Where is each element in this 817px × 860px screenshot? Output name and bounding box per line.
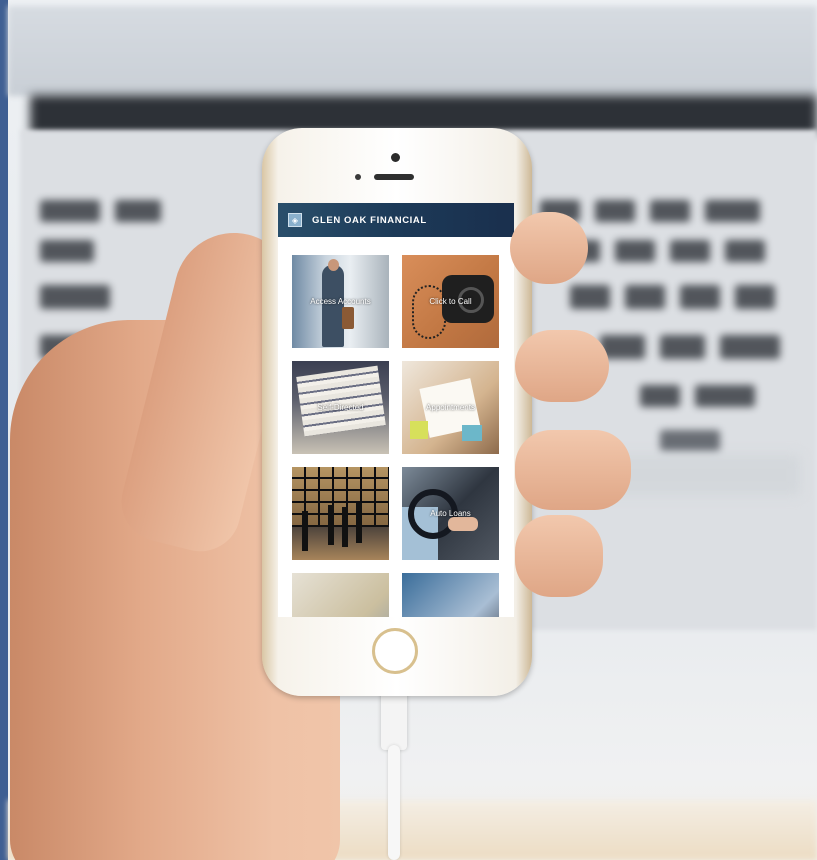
tile-more-2[interactable] <box>402 573 499 617</box>
phone-screen: ◈ GLEN OAK FINANCIAL Access Accounts Cli… <box>278 203 514 617</box>
photo-scene: ◈ GLEN OAK FINANCIAL Access Accounts Cli… <box>0 0 817 860</box>
tile-appointments[interactable]: Appointments <box>402 361 499 454</box>
side-stripe <box>0 0 8 860</box>
tile-label: Click to Call <box>429 297 472 306</box>
tile-label: Self-Directed <box>317 403 364 412</box>
finger <box>510 212 588 284</box>
charging-cable <box>388 745 400 860</box>
keyboard-key <box>595 200 635 222</box>
front-camera-icon <box>355 174 361 180</box>
keyboard-key <box>650 200 690 222</box>
keyboard-key <box>725 240 765 262</box>
tile-image <box>296 365 386 437</box>
keyboard-key <box>660 430 720 452</box>
keyboard-key <box>40 200 100 222</box>
finger <box>515 330 609 402</box>
lightning-connector <box>381 690 407 750</box>
laptop-screen-edge <box>8 6 817 96</box>
keyboard-key <box>660 335 705 359</box>
tile-image <box>328 259 339 271</box>
smartphone: ◈ GLEN OAK FINANCIAL Access Accounts Cli… <box>262 128 532 696</box>
tile-click-to-call[interactable]: Click to Call <box>402 255 499 348</box>
keyboard-key <box>640 385 680 407</box>
keyboard-key <box>615 240 655 262</box>
finger <box>515 515 603 597</box>
keyboard-key <box>40 285 110 309</box>
tile-label: Access Accounts <box>310 297 371 306</box>
tile-auto-loans[interactable]: Auto Loans <box>402 467 499 560</box>
tile-image <box>410 421 428 439</box>
front-sensor <box>391 153 400 162</box>
tile-office[interactable] <box>292 467 389 560</box>
keyboard-key <box>625 285 665 309</box>
keyboard-key <box>115 200 161 222</box>
logo-icon[interactable]: ◈ <box>288 213 302 227</box>
tile-access-accounts[interactable]: Access Accounts <box>292 255 389 348</box>
finger <box>515 430 631 510</box>
tile-image <box>412 285 446 339</box>
tile-label: Auto Loans <box>430 509 471 518</box>
tile-image <box>342 307 354 329</box>
earpiece-speaker <box>374 174 414 180</box>
tile-image <box>328 505 334 545</box>
tile-grid: Access Accounts Click to Call Self-Direc… <box>292 255 500 617</box>
keyboard-key <box>670 240 710 262</box>
tile-image <box>462 425 482 441</box>
keyboard-key <box>695 385 755 407</box>
tile-image <box>292 467 389 527</box>
tile-label: Appointments <box>426 403 475 412</box>
tile-image <box>448 517 478 531</box>
keyboard-key <box>570 285 610 309</box>
tile-image <box>322 265 344 347</box>
app-title: GLEN OAK FINANCIAL <box>312 214 427 226</box>
tile-self-directed[interactable]: Self-Directed <box>292 361 389 454</box>
keyboard-key <box>680 285 720 309</box>
keyboard-key <box>720 335 780 359</box>
keyboard-key <box>735 285 775 309</box>
home-button[interactable] <box>372 628 418 674</box>
keyboard-key <box>40 240 94 262</box>
keyboard-key <box>705 200 760 222</box>
app-header: ◈ GLEN OAK FINANCIAL <box>278 203 514 237</box>
tile-more-1[interactable] <box>292 573 389 617</box>
